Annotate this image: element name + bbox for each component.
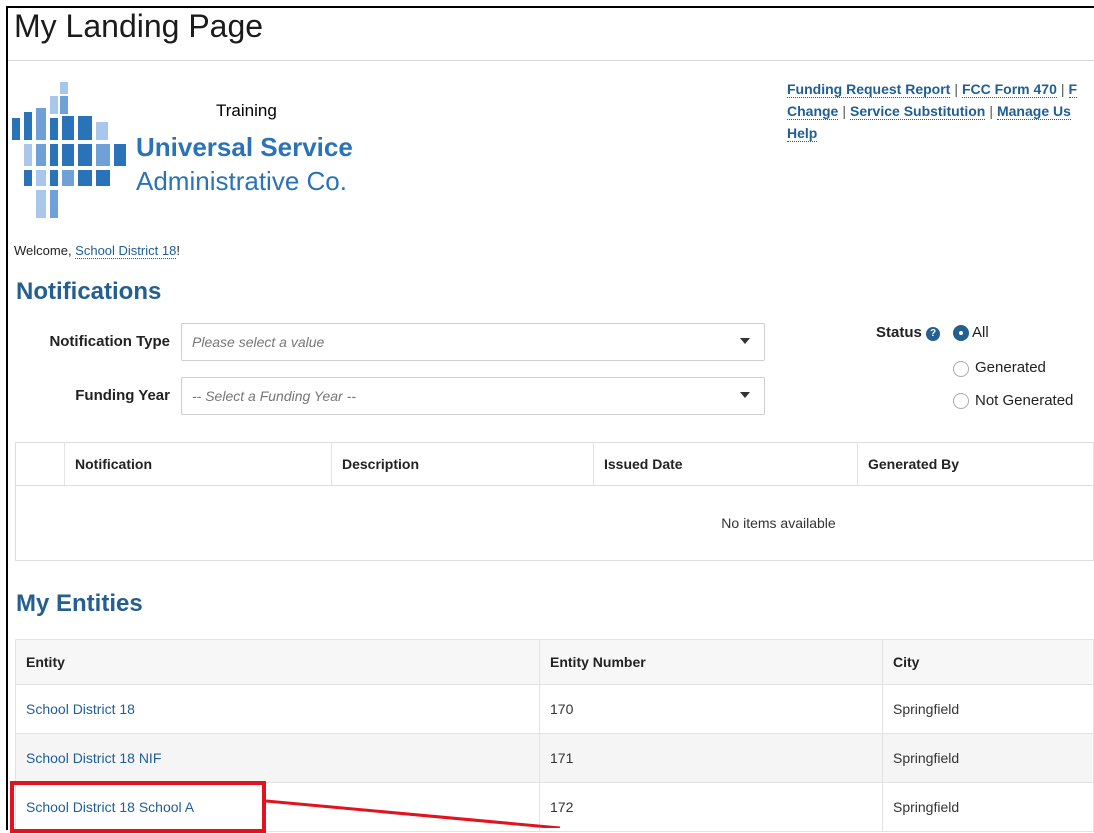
welcome-suffix: !	[176, 243, 180, 258]
logo-text-universal-service: Universal Service	[136, 132, 353, 162]
help-icon[interactable]: ?	[926, 327, 940, 341]
column-header-notification[interactable]: Notification	[64, 442, 332, 486]
entity-cell: School District 18 NIF	[15, 733, 540, 783]
status-radio-generated[interactable]	[953, 361, 969, 377]
notifications-table: Notification Description Issued Date Gen…	[15, 442, 1094, 561]
logo-text-administrative-co: Administrative Co.	[136, 166, 347, 196]
link-separator: |	[989, 103, 993, 119]
link-fcc-form-470[interactable]: FCC Form 470	[961, 81, 1057, 98]
top-links-nav: Funding Request Report | FCC Form 470 | F Ch…	[787, 78, 1094, 144]
entity-number-cell: 171	[539, 733, 883, 783]
status-option-generated: Generated	[975, 359, 1046, 376]
notification-type-label: Notification Type	[49, 333, 170, 350]
empty-cell: No items available	[16, 486, 1094, 561]
link-separator: |	[842, 103, 846, 119]
notifications-header-row: Notification Description Issued Date Gen…	[15, 442, 1094, 486]
entity-number-cell: 172	[539, 782, 883, 832]
status-label: Status	[876, 324, 922, 341]
link-help[interactable]: Help	[787, 125, 818, 142]
link-change[interactable]: Change	[787, 103, 839, 120]
link-funding-request-report[interactable]: Funding Request Report	[787, 81, 951, 98]
welcome-message: Welcome, School District 18!	[14, 243, 180, 259]
table-row: School District 18 170 Springfield	[15, 684, 1094, 734]
status-option-not-generated: Not Generated	[975, 392, 1074, 409]
entity-link[interactable]: School District 18	[26, 701, 135, 717]
column-header-entity-number[interactable]: Entity Number	[539, 639, 883, 685]
entity-cell: School District 18	[15, 684, 540, 734]
entity-number-cell: 170	[539, 684, 883, 734]
my-entities-title: My Entities	[16, 590, 143, 617]
funding-year-placeholder: -- Select a Funding Year --	[192, 388, 356, 404]
entity-link[interactable]: School District 18 NIF	[26, 750, 161, 766]
column-header-city[interactable]: City	[882, 639, 1094, 685]
title-divider	[8, 60, 1094, 61]
column-header-generated-by[interactable]: Generated By	[857, 442, 1094, 486]
link-separator: |	[1060, 81, 1065, 97]
entities-header-row: Entity Entity Number City	[15, 639, 1094, 685]
highlight-callout-box	[10, 781, 266, 833]
city-cell: Springfield	[882, 684, 1094, 734]
funding-year-select[interactable]: -- Select a Funding Year --	[181, 377, 765, 415]
link-manage-users[interactable]: Manage Us	[996, 103, 1071, 120]
column-header-issued-date[interactable]: Issued Date	[593, 442, 858, 486]
column-header-description[interactable]: Description	[331, 442, 594, 486]
page-title: My Landing Page	[14, 8, 264, 44]
welcome-prefix: Welcome,	[14, 243, 76, 258]
funding-year-label: Funding Year	[75, 387, 170, 404]
status-option-all: All	[972, 324, 989, 341]
chevron-down-icon	[740, 392, 750, 398]
chevron-down-icon	[740, 338, 750, 344]
welcome-user-link[interactable]: School District 18	[75, 243, 177, 259]
link-truncated[interactable]: F	[1068, 81, 1078, 98]
notification-type-select[interactable]: Please select a value	[181, 323, 765, 361]
status-radio-not-generated[interactable]	[953, 393, 969, 409]
city-cell: Springfield	[882, 782, 1094, 832]
table-row: School District 18 NIF 171 Springfield	[15, 733, 1094, 783]
link-service-substitution[interactable]: Service Substitution	[849, 103, 986, 120]
select-column-header	[15, 442, 65, 486]
city-cell: Springfield	[882, 733, 1094, 783]
status-radio-all[interactable]	[953, 325, 969, 341]
notifications-title: Notifications	[16, 278, 162, 305]
notification-type-placeholder: Please select a value	[192, 334, 325, 350]
column-header-entity[interactable]: Entity	[15, 639, 540, 685]
training-label: Training	[216, 101, 277, 120]
no-items-text: No items available	[721, 515, 836, 531]
empty-row: No items available	[16, 486, 1094, 561]
link-separator: |	[954, 81, 958, 97]
